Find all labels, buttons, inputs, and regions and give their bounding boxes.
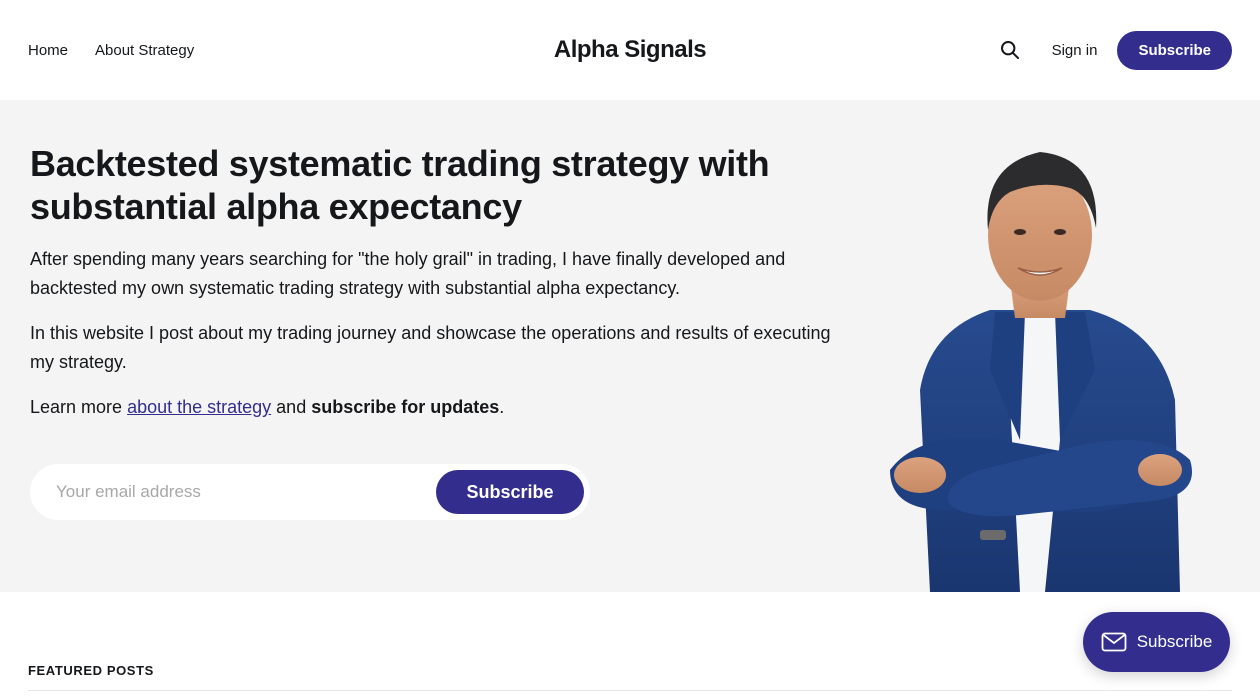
hero-section: Backtested systematic trading strategy w… xyxy=(0,100,1260,592)
learn-prefix: Learn more xyxy=(30,397,128,417)
hero-subscribe-button[interactable]: Subscribe xyxy=(436,470,584,514)
portal-subscribe-button[interactable]: Subscribe xyxy=(1083,612,1230,672)
author-portrait xyxy=(890,152,1192,592)
hero-paragraph-1: After spending many years searching for … xyxy=(30,249,786,298)
header-actions: Sign in Subscribe xyxy=(998,0,1232,100)
hero-title: Backtested systematic trading strategy w… xyxy=(30,143,770,227)
header-subscribe-button[interactable]: Subscribe xyxy=(1117,30,1232,70)
main-nav: Home About Strategy xyxy=(28,0,194,100)
search-icon[interactable] xyxy=(998,38,1022,62)
mail-icon xyxy=(1101,632,1127,652)
hero-paragraph-2: In this website I post about my trading … xyxy=(30,323,831,372)
email-input[interactable] xyxy=(30,464,430,520)
signup-form: Subscribe xyxy=(30,464,590,520)
section-divider xyxy=(28,690,1232,691)
site-header: Home About Strategy Alpha Signals Sign i… xyxy=(0,0,1260,100)
nav-home[interactable]: Home xyxy=(28,42,68,59)
site-title[interactable]: Alpha Signals xyxy=(554,36,707,64)
signin-link[interactable]: Sign in xyxy=(1052,42,1098,59)
learn-suffix: . xyxy=(499,397,505,417)
featured-posts-heading: FEATURED POSTS xyxy=(28,663,154,678)
learn-mid: and xyxy=(271,397,312,417)
hero-paragraph-3: Learn more about the strategy and subscr… xyxy=(30,393,840,422)
nav-about-strategy[interactable]: About Strategy xyxy=(95,42,194,59)
portal-label: Subscribe xyxy=(1136,632,1213,651)
about-strategy-link[interactable]: about the strategy xyxy=(127,397,271,417)
subscribe-for-updates-text: subscribe for updates xyxy=(311,397,500,417)
